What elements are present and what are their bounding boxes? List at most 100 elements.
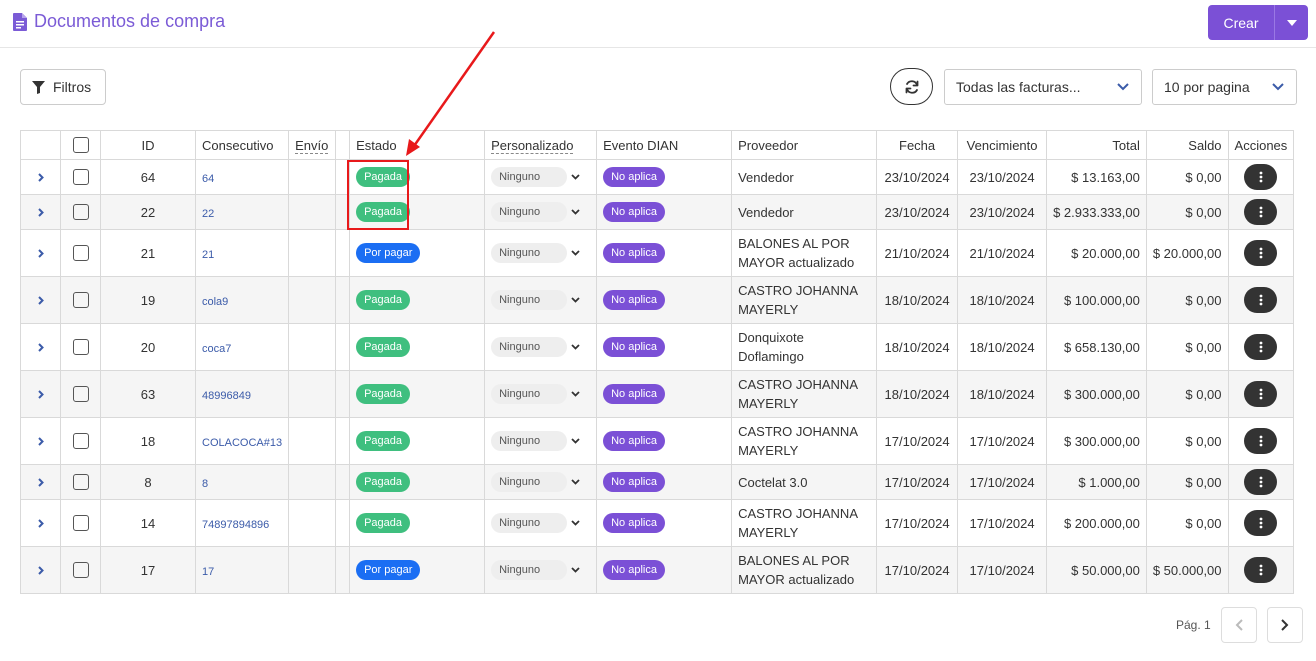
table-row[interactable]: 8 8 Pagada Ninguno No aplica Coctelat 3.0 17/1… xyxy=(20,464,1295,500)
header-personalizado[interactable]: Personalizado xyxy=(484,130,598,160)
chevron-right-icon xyxy=(37,342,44,352)
header-consecutivo[interactable]: Consecutivo xyxy=(194,130,290,160)
expand-cell[interactable] xyxy=(20,499,61,547)
proveedor-cell: BALONES AL POR MAYOR actualizado xyxy=(731,546,878,594)
expand-cell[interactable] xyxy=(20,159,61,195)
consecutivo-link[interactable]: 22 xyxy=(202,208,214,220)
table-row[interactable]: 63 48996849 Pagada Ninguno No aplica CASTRO J… xyxy=(20,370,1295,418)
header-total[interactable]: Total xyxy=(1046,130,1147,160)
personalizado-select[interactable]: Ninguno xyxy=(491,560,580,580)
select-all-checkbox[interactable] xyxy=(72,137,89,154)
header-vencimiento[interactable]: Vencimiento xyxy=(957,130,1048,160)
header-fecha[interactable]: Fecha xyxy=(876,130,959,160)
header-evento-dian[interactable]: Evento DIAN xyxy=(596,130,733,160)
row-checkbox[interactable] xyxy=(72,386,89,403)
row-checkbox[interactable] xyxy=(72,433,89,450)
row-actions-button[interactable] xyxy=(1244,381,1278,407)
row-actions-button[interactable] xyxy=(1244,428,1278,454)
fecha-cell: 23/10/2024 xyxy=(876,159,959,195)
table-row[interactable]: 20 coca7 Pagada Ninguno No aplica Donquixote D… xyxy=(20,323,1295,371)
row-checkbox[interactable] xyxy=(72,292,89,309)
consecutivo-link[interactable]: 74897894896 xyxy=(202,519,269,531)
table-row[interactable]: 14 74897894896 Pagada Ninguno No aplica CASTR… xyxy=(20,499,1295,547)
header-expand xyxy=(20,130,61,160)
consecutivo-link[interactable]: 64 xyxy=(202,173,214,185)
personalizado-select[interactable]: Ninguno xyxy=(491,337,580,357)
row-checkbox[interactable] xyxy=(72,169,89,186)
personalizado-select[interactable]: Ninguno xyxy=(491,290,580,310)
expand-cell[interactable] xyxy=(20,546,61,594)
personalizado-value: Ninguno xyxy=(491,290,568,310)
row-checkbox[interactable] xyxy=(72,245,89,262)
row-actions-button[interactable] xyxy=(1244,240,1278,266)
expand-cell[interactable] xyxy=(20,323,61,371)
actions-cell xyxy=(1227,417,1295,465)
consecutivo-link[interactable]: coca7 xyxy=(202,343,231,355)
table-row[interactable]: 17 17 Por pagar Ninguno No aplica BALONES AL … xyxy=(20,546,1295,594)
expand-cell[interactable] xyxy=(20,276,61,324)
header-proveedor[interactable]: Proveedor xyxy=(731,130,878,160)
status-badge: Pagada xyxy=(356,384,411,404)
header-id[interactable]: ID xyxy=(100,130,196,160)
expand-cell[interactable] xyxy=(20,194,61,230)
row-actions-button[interactable] xyxy=(1244,164,1278,190)
consecutivo-cell: 22 xyxy=(194,194,290,230)
row-actions-button[interactable] xyxy=(1244,199,1278,225)
row-checkbox[interactable] xyxy=(72,339,89,356)
expand-cell[interactable] xyxy=(20,229,61,277)
table-row[interactable]: 21 21 Por pagar Ninguno No aplica BALONES AL … xyxy=(20,229,1295,277)
id-cell: 14 xyxy=(100,499,196,547)
create-button[interactable]: Crear xyxy=(1208,5,1308,40)
table-row[interactable]: 22 22 Pagada Ninguno No aplica Vendedor 23/10/… xyxy=(20,194,1295,230)
kebab-menu-icon xyxy=(1259,247,1263,259)
consecutivo-link[interactable]: 48996849 xyxy=(202,390,251,402)
row-checkbox[interactable] xyxy=(72,515,89,532)
row-checkbox[interactable] xyxy=(72,474,89,491)
row-actions-button[interactable] xyxy=(1244,287,1278,313)
expand-cell[interactable] xyxy=(20,417,61,465)
proveedor-line-1: BALONES AL POR xyxy=(738,236,850,251)
row-checkbox[interactable] xyxy=(72,562,89,579)
row-checkbox[interactable] xyxy=(72,204,89,221)
personalizado-select[interactable]: Ninguno xyxy=(491,513,580,533)
row-actions-button[interactable] xyxy=(1244,334,1278,360)
table-row[interactable]: 18 COLACOCA#13 Pagada Ninguno No aplica CASTR… xyxy=(20,417,1295,465)
row-actions-button[interactable] xyxy=(1244,510,1278,536)
personalizado-value: Ninguno xyxy=(491,384,568,404)
invoice-filter-value: Todas las facturas... xyxy=(956,79,1081,95)
next-page-button[interactable] xyxy=(1266,607,1303,643)
kebab-menu-icon xyxy=(1259,517,1263,529)
per-page-select[interactable]: 10 por pagina xyxy=(1152,69,1297,105)
table-row[interactable]: 19 cola9 Pagada Ninguno No aplica CASTRO JOHA… xyxy=(20,276,1295,324)
expand-cell[interactable] xyxy=(20,464,61,500)
expand-cell[interactable] xyxy=(20,370,61,418)
consecutivo-link[interactable]: 21 xyxy=(202,249,214,261)
row-actions-button[interactable] xyxy=(1244,557,1278,583)
invoice-filter-select[interactable]: Todas las facturas... xyxy=(944,69,1142,105)
consecutivo-link[interactable]: 8 xyxy=(202,478,208,490)
proveedor-cell: CASTRO JOHANNA MAYERLY xyxy=(731,276,878,324)
personalizado-select[interactable]: Ninguno xyxy=(491,202,580,222)
vencimiento-cell: 17/10/2024 xyxy=(957,499,1048,547)
fecha-cell: 17/10/2024 xyxy=(876,499,959,547)
prev-page-button[interactable] xyxy=(1220,607,1257,643)
filters-button[interactable]: Filtros xyxy=(20,69,106,105)
personalizado-select[interactable]: Ninguno xyxy=(491,472,580,492)
consecutivo-link[interactable]: COLACOCA#13 xyxy=(202,437,282,449)
personalizado-select[interactable]: Ninguno xyxy=(491,167,580,187)
personalizado-select[interactable]: Ninguno xyxy=(491,431,580,451)
envio-cell xyxy=(288,464,337,500)
create-dropdown-toggle[interactable] xyxy=(1274,5,1308,40)
header-saldo[interactable]: Saldo xyxy=(1145,130,1229,160)
header-estado[interactable]: Estado xyxy=(349,130,486,160)
consecutivo-link[interactable]: cola9 xyxy=(202,296,228,308)
consecutivo-link[interactable]: 17 xyxy=(202,566,214,578)
row-actions-button[interactable] xyxy=(1244,469,1278,495)
personalizado-select[interactable]: Ninguno xyxy=(491,384,580,404)
id-cell: 19 xyxy=(100,276,196,324)
chevron-right-icon xyxy=(37,389,44,399)
table-row[interactable]: 64 64 Pagada Ninguno No aplica Vendedor 23/10/… xyxy=(20,159,1295,195)
refresh-button[interactable] xyxy=(890,68,933,105)
header-envio[interactable]: Envío xyxy=(288,130,337,160)
personalizado-select[interactable]: Ninguno xyxy=(491,243,580,263)
